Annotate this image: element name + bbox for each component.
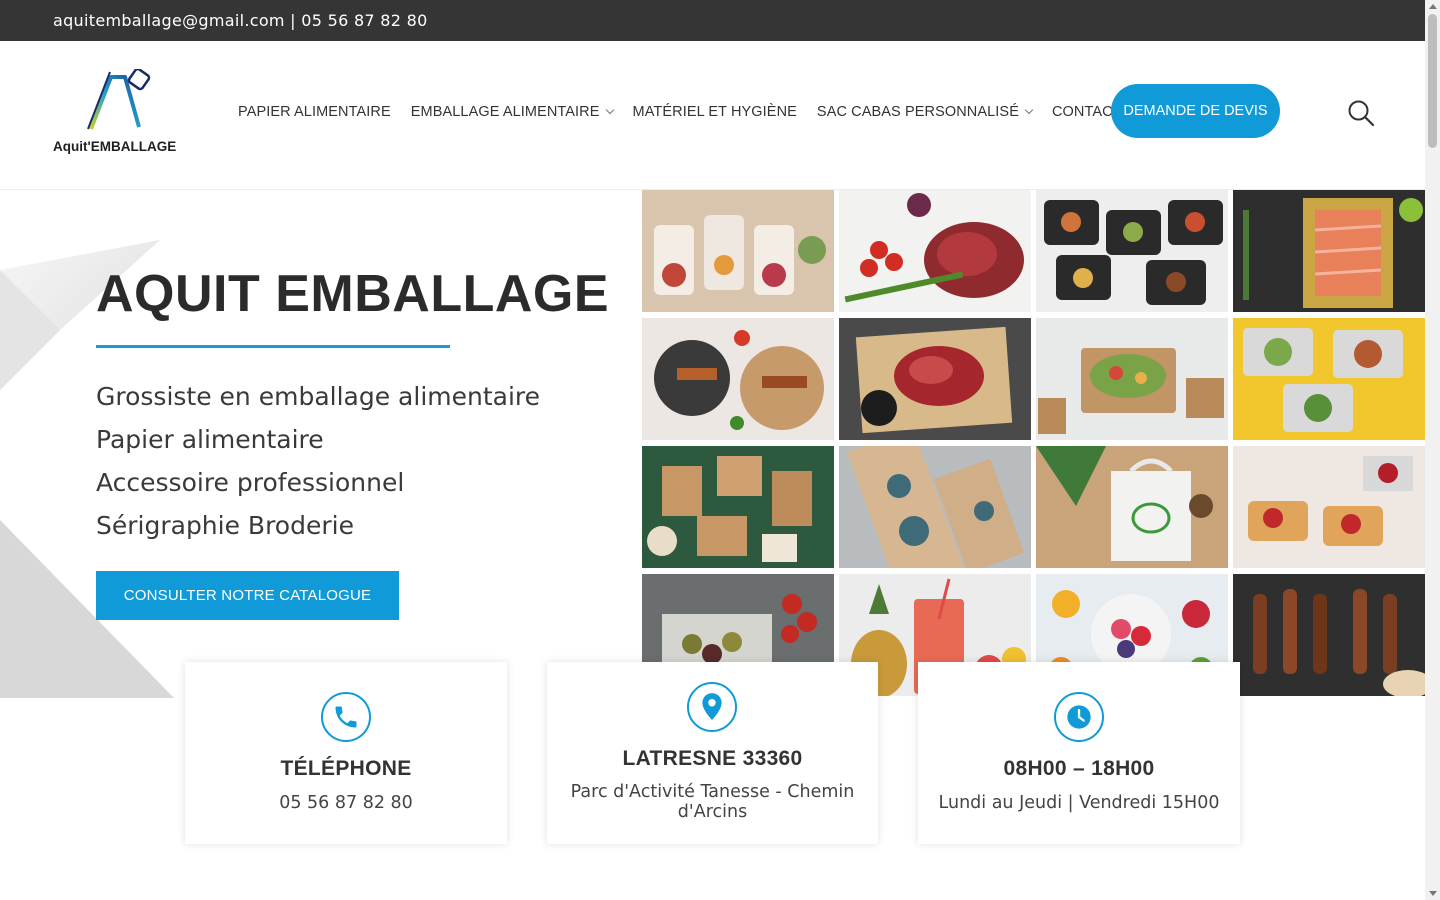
nav-item-materiel-hygiene[interactable]: MATÉRIEL ET HYGIÈNE — [633, 104, 797, 120]
hero-title-underline — [96, 345, 450, 348]
card-text: Parc d'Activité Tanesse - Chemin d'Arcin… — [570, 782, 855, 822]
photo-meal-boxes — [1036, 190, 1228, 312]
hero-tagline-list: Grossiste en emballage alimentaire Papie… — [96, 375, 540, 547]
hero-title: AQUIT EMBALLAGE — [96, 265, 610, 323]
hours-card: 08H00 – 18H00 Lundi au Jeudi | Vendredi … — [918, 662, 1240, 844]
site-header: Aquit'EMBALLAGE PAPIER ALIMENTAIRE EMBAL… — [0, 41, 1425, 190]
nav-item-emballage-alimentaire[interactable]: EMBALLAGE ALIMENTAIRE — [410, 104, 614, 120]
nav-item-label: MATÉRIEL ET HYGIÈNE — [632, 104, 797, 120]
photo-printed-wrap — [839, 446, 1031, 568]
hero-section: AQUIT EMBALLAGE Grossiste en emballage a… — [0, 190, 1425, 698]
nav-item-label: EMBALLAGE ALIMENTAIRE — [410, 104, 600, 120]
topbar-contact-text: aquitemballage@gmail.com | 05 56 87 82 8… — [53, 11, 428, 30]
photo-kraft-packaging-green — [642, 446, 834, 568]
location-pin-icon — [687, 682, 737, 732]
card-text: Lundi au Jeudi | Vendredi 15H00 — [938, 793, 1220, 813]
scrollbar-thumb[interactable] — [1428, 14, 1437, 148]
photo-dessert-cups — [642, 190, 834, 312]
nav-item-label: PAPIER ALIMENTAIRE — [238, 104, 391, 120]
card-title: LATRESNE 33360 — [622, 747, 803, 770]
info-cards: TÉLÉPHONE 05 56 87 82 80 LATRESNE 33360 … — [0, 662, 1425, 846]
logo-text: Aquit'EMBALLAGE — [53, 139, 177, 154]
photo-kraft-salad-box — [1036, 318, 1228, 440]
address-card: LATRESNE 33360 Parc d'Activité Tanesse -… — [547, 662, 878, 844]
card-title: 08H00 – 18H00 — [1003, 757, 1155, 780]
nav-item-sac-cabas[interactable]: SAC CABAS PERSONNALISÉ — [816, 104, 1034, 120]
top-contact-bar: aquitemballage@gmail.com | 05 56 87 82 8… — [0, 0, 1425, 41]
page-scrollbar[interactable] — [1425, 0, 1440, 900]
site-logo[interactable]: Aquit'EMBALLAGE — [53, 67, 185, 157]
hero-tagline: Papier alimentaire — [96, 425, 324, 454]
photo-burger-bag — [1036, 446, 1228, 568]
photo-pastries — [1233, 446, 1425, 568]
hero-tagline: Accessoire professionnel — [96, 468, 405, 497]
main-navigation: PAPIER ALIMENTAIRE EMBALLAGE ALIMENTAIRE… — [238, 104, 1142, 120]
nav-item-papier-alimentaire[interactable]: PAPIER ALIMENTAIRE — [238, 104, 391, 120]
logo-mark-icon — [87, 67, 151, 130]
photo-meat-vegetables — [839, 190, 1031, 312]
photo-steak-paper — [839, 318, 1031, 440]
search-icon[interactable] — [1347, 99, 1375, 127]
catalog-button[interactable]: CONSULTER NOTRE CATALOGUE — [96, 571, 399, 620]
photo-skewer-plates — [642, 318, 834, 440]
clock-icon — [1054, 692, 1104, 742]
card-title: TÉLÉPHONE — [280, 757, 412, 780]
hero-tagline: Grossiste en emballage alimentaire — [96, 382, 541, 411]
scroll-up-arrow-icon[interactable] — [1429, 4, 1437, 9]
nav-item-label: SAC CABAS PERSONNALISÉ — [816, 104, 1019, 120]
photo-salmon-fillet — [1233, 190, 1425, 312]
hero-tagline: Sérigraphie Broderie — [96, 511, 354, 540]
photo-salad-trays — [1233, 318, 1425, 440]
phone-card: TÉLÉPHONE 05 56 87 82 80 — [185, 662, 507, 844]
scroll-down-arrow-icon[interactable] — [1429, 891, 1437, 896]
card-text: 05 56 87 82 80 — [279, 793, 413, 813]
quote-request-button[interactable]: DEMANDE DE DEVIS — [1111, 84, 1280, 138]
chevron-down-icon — [605, 105, 614, 115]
phone-icon — [321, 692, 371, 742]
chevron-down-icon — [1024, 105, 1034, 115]
product-image-grid — [642, 190, 1425, 698]
